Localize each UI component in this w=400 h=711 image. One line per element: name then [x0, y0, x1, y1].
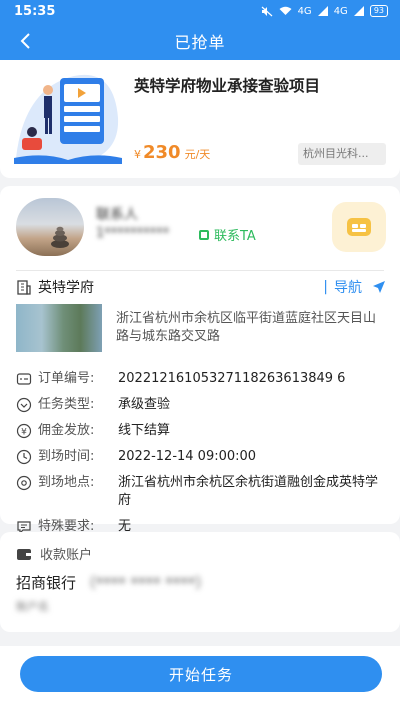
arrival-place-value: 浙江省杭州市余杭区余杭街道融创金成英特学府 [118, 475, 379, 508]
info-label: 任务类型: [38, 397, 95, 412]
navigate-button[interactable]: | 导航 [323, 277, 386, 297]
info-row-task-type: 任务类型: 承级查验 [16, 396, 386, 414]
company-tag: 杭州目光科... [298, 143, 386, 165]
account-heading-label: 收款账户 [40, 548, 93, 563]
mute-icon [261, 6, 272, 16]
signal-icon-2 [353, 6, 364, 16]
info-row-arrival-time: 到场时间: 2022-12-14 09:00:00 [16, 448, 386, 466]
svg-text:¥: ¥ [21, 428, 27, 438]
order-number-icon [16, 373, 32, 385]
contact-row: 联系人 1********** 联系TA [0, 186, 400, 268]
nav-separator: | [323, 279, 328, 295]
wallet-icon [17, 548, 31, 560]
contact-name: 联系人 [96, 207, 138, 223]
clock-icon [16, 449, 32, 465]
account-holder: 账户名 [16, 600, 49, 613]
back-button[interactable] [12, 28, 38, 54]
info-label: 订单编号: [38, 371, 95, 386]
order-number-value: 20221216105327118263613849 6 [118, 371, 346, 386]
info-label: 到场地点: [38, 475, 95, 490]
page-title: 已抢单 [174, 33, 226, 52]
task-title: 英特学府物业承接查验项目 [134, 77, 321, 95]
battery-icon: 93 [369, 5, 388, 17]
task-type-icon [16, 397, 32, 413]
price: ¥ 230 元/天 [134, 142, 210, 163]
navigate-label: 导航 [334, 280, 362, 296]
detail-card: 联系人 1********** 联系TA 英特学府 | 导航 浙江省杭州市余杭区… [0, 186, 400, 535]
wifi-icon [279, 6, 292, 15]
address-row: 浙江省杭州市余杭区临平街道蓝庭社区天目山路与城东路交叉路 [16, 304, 386, 352]
place-name: 英特学府 [38, 280, 94, 296]
task-illustration [14, 74, 122, 164]
place-address: 浙江省杭州市余杭区临平街道蓝庭社区天目山路与城东路交叉路 [116, 311, 377, 344]
building-icon [17, 280, 31, 295]
info-row-commission: ¥ 佣金发放: 线下结算 [16, 422, 386, 440]
signal-icon [317, 6, 328, 16]
bank-account-number: （**** **** ****） [80, 574, 211, 592]
nav-bar: 已抢单 [0, 22, 400, 60]
info-row-arrival-place: 到场地点: 浙江省杭州市余杭区余杭街道融创金成英特学府 [16, 474, 386, 510]
stones-image [51, 226, 69, 248]
status-time: 15:35 [14, 3, 56, 19]
order-info: 订单编号: 20221216105327118263613849 6 任务类型:… [16, 370, 386, 544]
bank-name: 招商银行 [16, 574, 77, 592]
contact-phone: 1********** [96, 226, 170, 241]
signal-label-2: 4G [333, 5, 348, 17]
price-unit: 元/天 [184, 148, 211, 161]
message-icon [347, 218, 371, 236]
navigation-arrow-icon [373, 281, 385, 293]
price-currency: ¥ [134, 148, 141, 161]
info-label: 佣金发放: [38, 423, 95, 438]
commission-icon: ¥ [16, 423, 32, 439]
contact-ta-link[interactable]: 联系TA [198, 225, 256, 244]
phone-icon [199, 229, 209, 240]
account-bank: 招商银行 （**** **** ****） [16, 572, 210, 593]
place-photo [16, 304, 102, 352]
price-amount: 230 [143, 142, 181, 163]
location-icon [16, 475, 32, 491]
info-row-order-no: 订单编号: 20221216105327118263613849 6 [16, 370, 386, 388]
info-label: 到场时间: [38, 449, 95, 464]
account-heading: 收款账户 [16, 544, 92, 563]
commission-value: 线下结算 [118, 423, 171, 438]
back-arrow-icon [20, 33, 30, 49]
task-type-value: 承级查验 [118, 397, 171, 412]
contact-ta-label: 联系TA [214, 229, 256, 244]
signal-label-1: 4G [297, 5, 312, 17]
message-button[interactable] [332, 202, 386, 252]
status-icons: 4G 4G 93 [261, 5, 388, 17]
account-card: 收款账户 招商银行 （**** **** ****） 账户名 [0, 532, 400, 632]
divider [16, 270, 384, 271]
status-bar: 15:35 4G 4G 93 [0, 0, 400, 22]
footer-bar: 开始任务 [0, 646, 400, 711]
contact-photo [16, 198, 84, 256]
arrival-time-value: 2022-12-14 09:00:00 [118, 449, 257, 464]
place-row: 英特学府 | 导航 [16, 276, 386, 298]
start-task-button[interactable]: 开始任务 [20, 656, 382, 692]
